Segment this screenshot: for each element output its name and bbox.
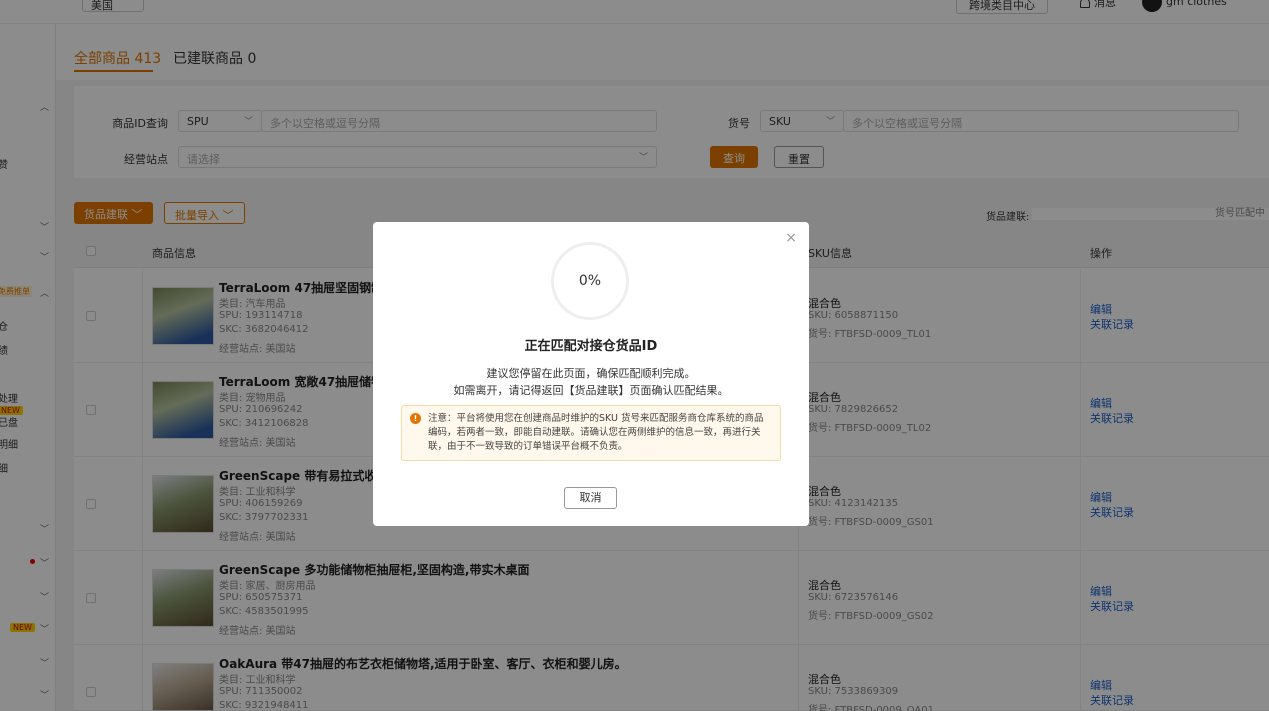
dialog-line-2: 如需离开，请记得返回【货品建联】页面确认匹配结果。 [453,384,729,397]
progress-ring: 0% [551,242,629,320]
notice-text: 注意：平台将使用您在创建商品时维护的SKU 货号来匹配服务商仓库系统的商品编码，… [428,413,764,452]
close-icon[interactable]: × [785,230,797,246]
dialog-line-1: 建议您停留在此页面，确保匹配顺利完成。 [486,367,696,380]
dialog-title: 正在匹配对接仓货品ID [524,339,658,354]
progress-percent: 0% [578,273,602,289]
matching-progress-dialog: × 0% 正在匹配对接仓货品ID 建议您停留在此页面，确保匹配顺利完成。 如需离… [373,222,809,526]
warning-icon: ! [410,413,421,424]
cancel-button[interactable]: 取消 [564,487,617,509]
notice-box: ! 注意：平台将使用您在创建商品时维护的SKU 货号来匹配服务商仓库系统的商品编… [401,405,781,461]
